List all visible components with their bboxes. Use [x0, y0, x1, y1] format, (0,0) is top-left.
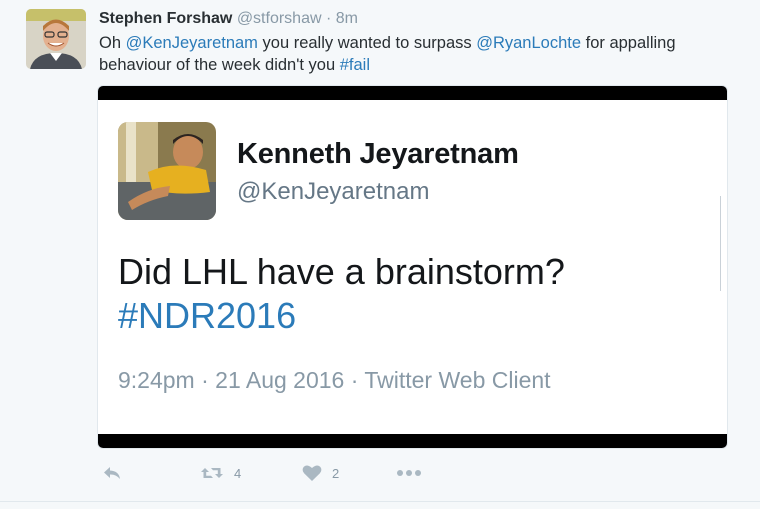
reply-button[interactable] [102, 460, 122, 486]
retweet-button[interactable]: 4 [200, 460, 241, 486]
image-bottom-bar [98, 434, 727, 448]
image-edge-line [720, 196, 721, 291]
quoted-tweet-text: Did LHL have a brainstorm? [118, 251, 565, 292]
mention-ryanlochte[interactable]: @RyanLochte [476, 34, 581, 52]
more-icon [396, 469, 422, 477]
like-button[interactable]: 2 [302, 460, 339, 486]
mention-kenjeyaretnam[interactable]: @KenJeyaretnam [126, 34, 258, 52]
quoted-author-name: Kenneth Jeyaretnam [237, 138, 519, 170]
quoted-author-handle: @KenJeyaretnam [237, 178, 430, 205]
quoted-hashtag: #NDR2016 [118, 295, 297, 336]
author-name[interactable]: Stephen Forshaw [99, 10, 232, 27]
author-avatar[interactable] [26, 9, 86, 69]
tweet-divider [0, 501, 760, 502]
retweet-icon [200, 465, 224, 481]
header-separator: · [325, 10, 332, 27]
tweet-text-part: you really wanted to surpass [257, 34, 477, 52]
retweet-count: 4 [234, 465, 242, 481]
tweet-header: Stephen Forshaw @stforshaw · 8m [99, 10, 358, 28]
tweet-timestamp[interactable]: 8m [336, 10, 358, 27]
quoted-avatar [118, 122, 216, 220]
heart-icon [302, 464, 322, 482]
attached-screenshot-image[interactable]: Kenneth Jeyaretnam @KenJeyaretnam Did LH… [98, 86, 727, 448]
author-handle[interactable]: @stforshaw [237, 10, 322, 27]
tweet-card[interactable]: Stephen Forshaw @stforshaw · 8m Oh @KenJ… [0, 0, 760, 509]
tweet-text-part: Oh [99, 34, 126, 52]
quoted-meta: 9:24pm · 21 Aug 2016 · Twitter Web Clien… [118, 367, 551, 393]
like-count: 2 [332, 465, 340, 481]
hashtag-fail[interactable]: #fail [340, 56, 370, 74]
image-top-bar [98, 86, 727, 100]
tweet-actions: 4 2 [98, 460, 738, 486]
more-button[interactable] [396, 460, 422, 486]
reply-icon [102, 465, 122, 481]
tweet-text: Oh @KenJeyaretnam you really wanted to s… [99, 32, 739, 76]
